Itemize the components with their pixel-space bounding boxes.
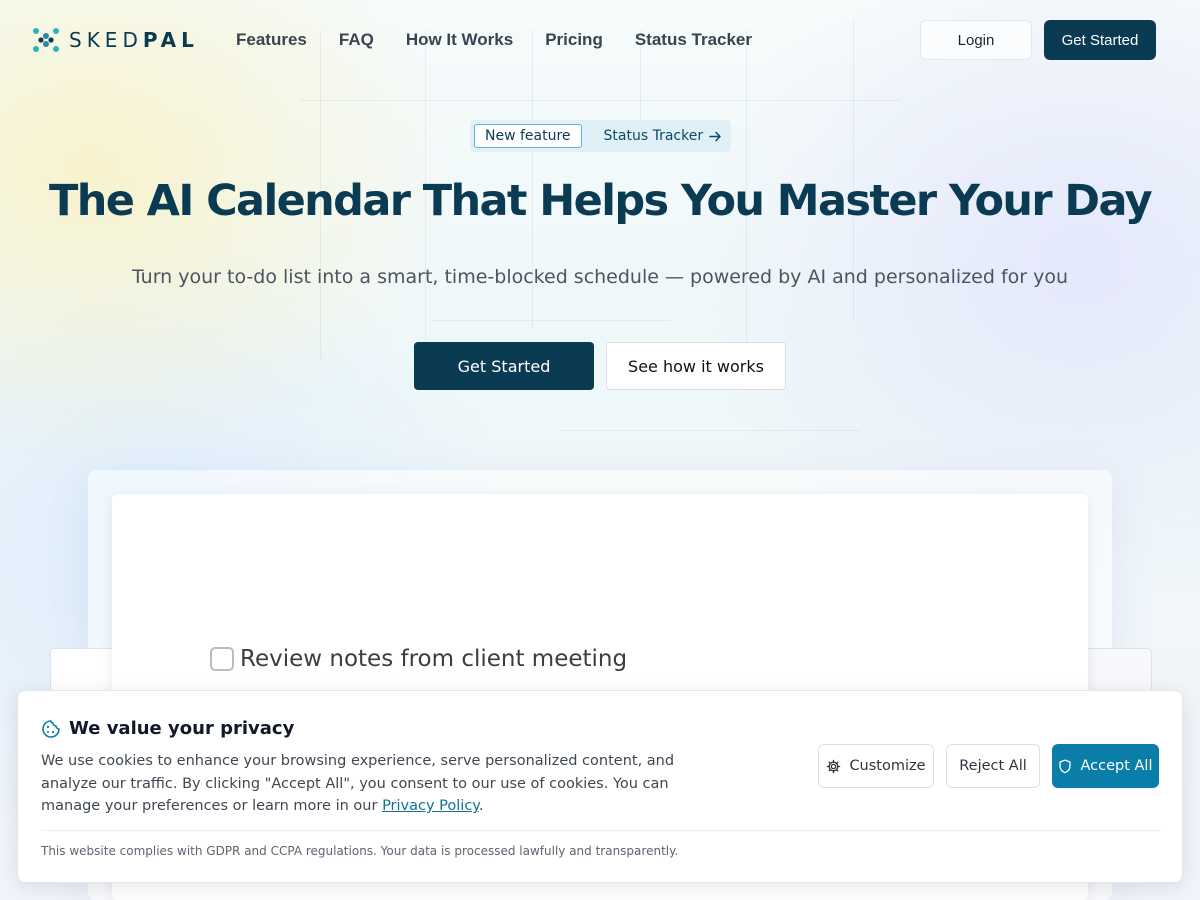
privacy-policy-link[interactable]: Privacy Policy [382,798,479,814]
customize-label: Customize [849,758,926,774]
cookie-banner-actions: Customize Reject All Accept All [818,744,1159,788]
site-header: SKEDPAL Features FAQ How It Works Pricin… [0,0,1200,80]
hero-title: The AI Calendar That Helps You Master Yo… [48,176,1153,226]
accept-all-button[interactable]: Accept All [1052,744,1159,788]
skedpal-logo-icon [33,28,59,52]
nav-link-how-it-works[interactable]: How It Works [406,30,513,50]
compliance-notice: This website complies with GDPR and CCPA… [41,844,679,858]
hero-subtitle: Turn your to-do list into a smart, time-… [131,266,1069,288]
nav-link-features[interactable]: Features [236,30,307,50]
cookie-banner-title: We value your privacy [69,718,295,739]
hero-get-started-button[interactable]: Get Started [414,342,594,390]
status-tracker-link[interactable]: Status Tracker [604,128,723,144]
main-nav: Features FAQ How It Works Pricing Status… [236,30,752,50]
nav-link-faq[interactable]: FAQ [339,30,374,50]
task-label: Review notes from client meeting [240,646,628,672]
cookie-banner-header: We value your privacy [41,718,294,739]
logo[interactable]: SKEDPAL [32,27,199,53]
reject-all-button[interactable]: Reject All [946,744,1040,788]
arrow-right-icon [709,131,721,141]
cookie-icon [42,719,60,738]
task-item: Review notes from client meeting [210,646,627,672]
cookie-consent-banner: We value your privacy We use cookies to … [17,690,1183,883]
status-tracker-label: Status Tracker [603,128,704,144]
accept-all-label: Accept All [1080,758,1153,774]
cookie-banner-text: We use cookies to enhance your browsing … [41,753,675,814]
nav-link-pricing[interactable]: Pricing [545,30,603,50]
header-get-started-button[interactable]: Get Started [1044,20,1156,60]
cookie-banner-divider [41,830,1161,831]
announcement-pill[interactable]: New feature Status Tracker [470,120,731,152]
login-button[interactable]: Login [920,20,1032,60]
nav-link-status-tracker[interactable]: Status Tracker [635,30,752,50]
shield-icon [1059,758,1072,773]
new-feature-badge: New feature [474,124,582,148]
task-checkbox [210,647,234,671]
logo-text: SKEDPAL [69,28,199,52]
see-how-it-works-button[interactable]: See how it works [606,342,786,390]
gear-icon [827,759,841,773]
customize-button[interactable]: Customize [818,744,934,788]
